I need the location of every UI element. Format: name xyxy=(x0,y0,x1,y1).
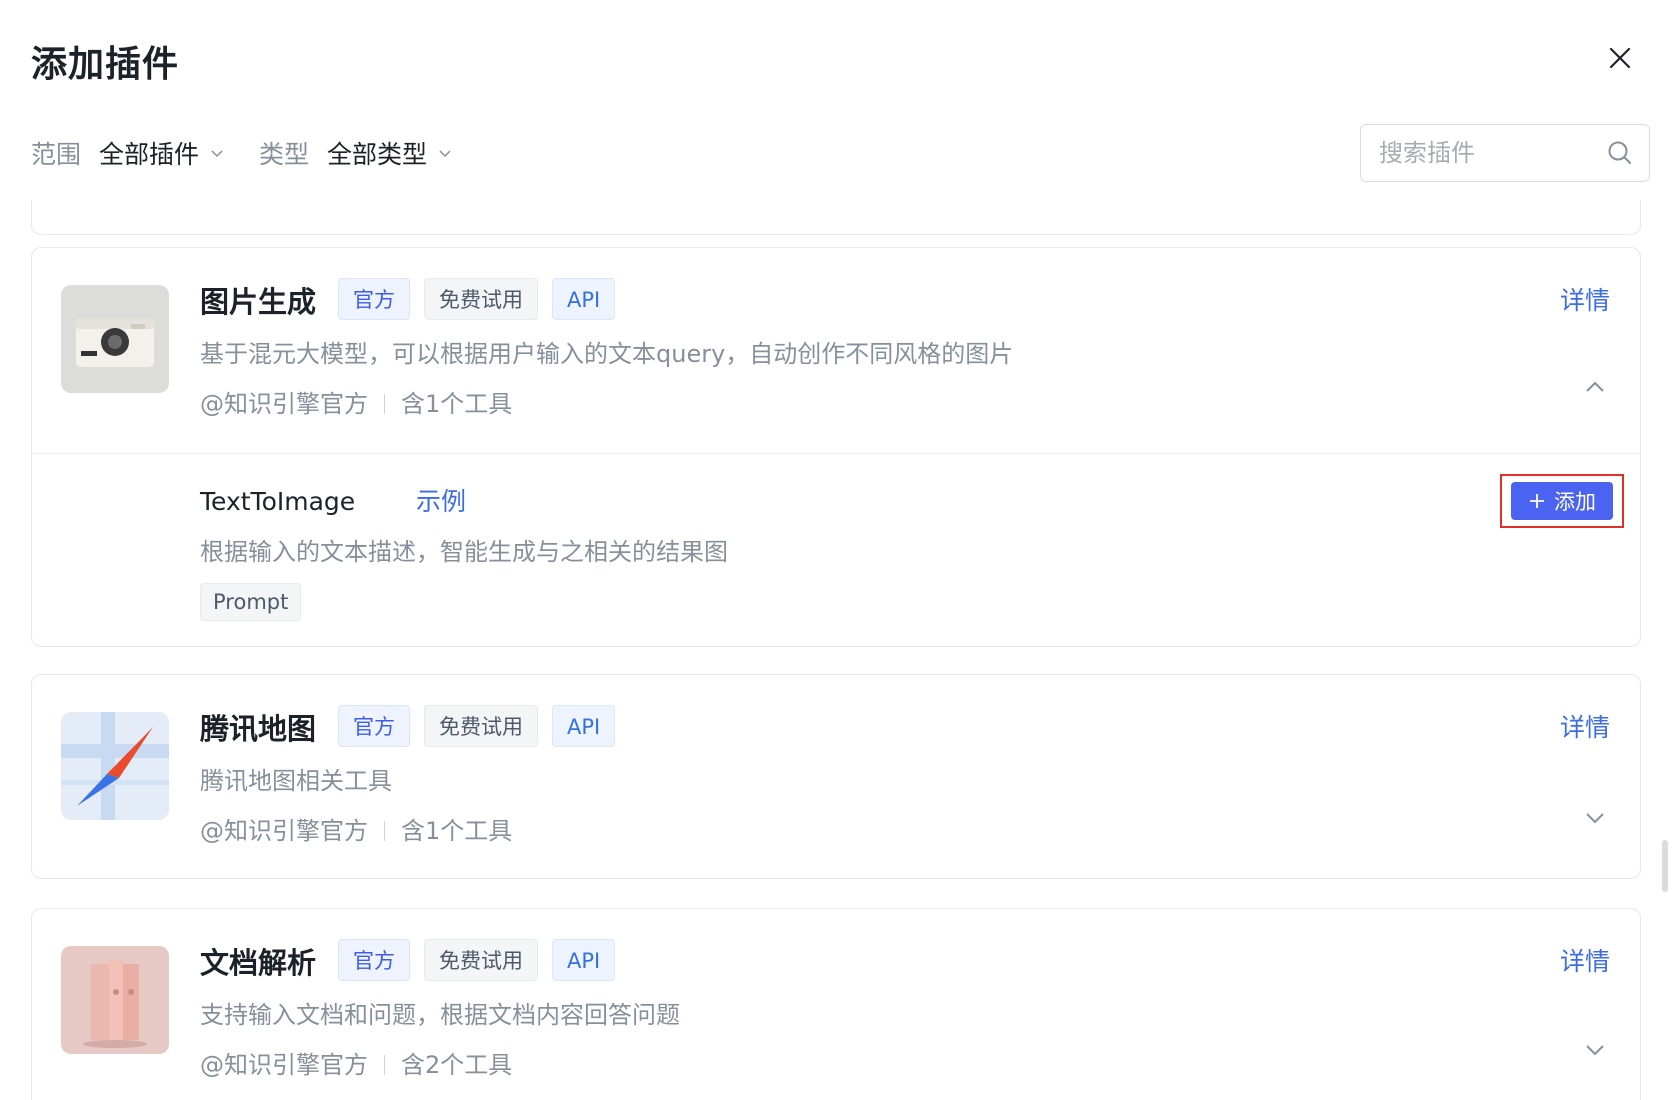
plugin-author: @知识引擎官方 xyxy=(200,817,368,845)
chevron-down-icon[interactable] xyxy=(1582,1037,1608,1063)
scope-filter-value: 全部插件 xyxy=(99,140,200,169)
detail-link[interactable]: 详情 xyxy=(1560,281,1610,321)
plugin-header: 图片生成 官方 免费试用 API 基于混元大模型，可以根据用户输入的文本quer… xyxy=(32,248,1640,453)
detail-link[interactable]: 详情 xyxy=(1560,708,1610,748)
search-icon[interactable] xyxy=(1607,140,1633,166)
plugin-tags: 官方 免费试用 API xyxy=(338,705,616,747)
plugin-name: 腾讯地图 xyxy=(200,712,317,746)
plugin-meta: @知识引擎官方 含1个工具 xyxy=(200,813,512,849)
scope-filter-select[interactable]: 全部插件 xyxy=(99,135,225,171)
plugin-name: 文档解析 xyxy=(200,946,317,980)
type-filter-value: 全部类型 xyxy=(327,140,428,169)
free-trial-tag: 免费试用 xyxy=(424,278,538,320)
plugin-tool-count: 含1个工具 xyxy=(401,817,513,845)
scrollbar-thumb[interactable] xyxy=(1662,840,1668,892)
chevron-down-icon[interactable] xyxy=(1582,805,1608,831)
plugin-name: 图片生成 xyxy=(200,285,317,319)
modal-title: 添加插件 xyxy=(31,44,180,85)
plugin-card-previous xyxy=(31,200,1641,235)
add-button-label: 添加 xyxy=(1554,490,1596,514)
plugin-header: 腾讯地图 官方 免费试用 API 腾讯地图相关工具 @知识引擎官方 含1个工具 … xyxy=(32,675,1640,880)
map-compass-icon xyxy=(61,712,169,820)
api-tag: API xyxy=(552,278,616,320)
plus-icon xyxy=(1530,494,1544,508)
plugin-tags: 官方 免费试用 API xyxy=(338,939,616,981)
plugin-author: @知识引擎官方 xyxy=(200,390,368,418)
official-tag: 官方 xyxy=(338,278,410,320)
type-filter-select[interactable]: 全部类型 xyxy=(327,135,453,171)
tool-description: 根据输入的文本描述，智能生成与之相关的结果图 xyxy=(200,538,728,566)
api-tag: API xyxy=(552,939,616,981)
detail-link[interactable]: 详情 xyxy=(1560,942,1610,982)
filter-bar: 范围 全部插件 类型 全部类型 xyxy=(31,133,453,173)
search-input[interactable] xyxy=(1379,139,1607,167)
free-trial-tag: 免费试用 xyxy=(424,705,538,747)
plugin-header: 文档解析 官方 免费试用 API 支持输入文档和问题，根据文档内容回答问题 @知… xyxy=(32,909,1640,1100)
tool-example-link[interactable]: 示例 xyxy=(416,484,466,520)
chevron-down-icon xyxy=(439,150,451,158)
plugin-list: 图片生成 官方 免费试用 API 基于混元大模型，可以根据用户输入的文本quer… xyxy=(0,200,1676,1100)
plugin-card: 文档解析 官方 免费试用 API 支持输入文档和问题，根据文档内容回答问题 @知… xyxy=(31,908,1641,1100)
plugin-description: 基于混元大模型，可以根据用户输入的文本query，自动创作不同风格的图片 xyxy=(200,340,1014,368)
free-trial-tag: 免费试用 xyxy=(424,939,538,981)
chevron-down-icon xyxy=(211,150,223,158)
plugin-tags: 官方 免费试用 API xyxy=(338,278,616,320)
tool-row: TextToImage 示例 根据输入的文本描述，智能生成与之相关的结果图 Pr… xyxy=(32,453,1640,646)
plugin-meta: @知识引擎官方 含2个工具 xyxy=(200,1047,512,1083)
camera-icon xyxy=(61,285,169,393)
plugin-tool-count: 含1个工具 xyxy=(401,390,513,418)
official-tag: 官方 xyxy=(338,705,410,747)
plugin-card: 图片生成 官方 免费试用 API 基于混元大模型，可以根据用户输入的文本quer… xyxy=(31,247,1641,647)
plugin-card: 腾讯地图 官方 免费试用 API 腾讯地图相关工具 @知识引擎官方 含1个工具 … xyxy=(31,674,1641,879)
close-icon[interactable] xyxy=(1604,42,1636,74)
plugin-author: @知识引擎官方 xyxy=(200,1051,368,1079)
official-tag: 官方 xyxy=(338,939,410,981)
add-tool-button[interactable]: 添加 xyxy=(1511,482,1613,520)
plugin-tool-count: 含2个工具 xyxy=(401,1051,513,1079)
scope-filter-label: 范围 xyxy=(31,140,82,169)
tool-name: TextToImage xyxy=(200,487,356,516)
type-filter-label: 类型 xyxy=(259,140,310,169)
plugin-meta: @知识引擎官方 含1个工具 xyxy=(200,386,512,422)
document-books-icon xyxy=(61,946,169,1054)
api-tag: API xyxy=(552,705,616,747)
param-tag: Prompt xyxy=(200,583,302,621)
plugin-description: 腾讯地图相关工具 xyxy=(200,767,392,795)
search-box xyxy=(1360,124,1650,182)
chevron-up-icon[interactable] xyxy=(1582,374,1608,400)
plugin-description: 支持输入文档和问题，根据文档内容回答问题 xyxy=(200,1001,680,1029)
